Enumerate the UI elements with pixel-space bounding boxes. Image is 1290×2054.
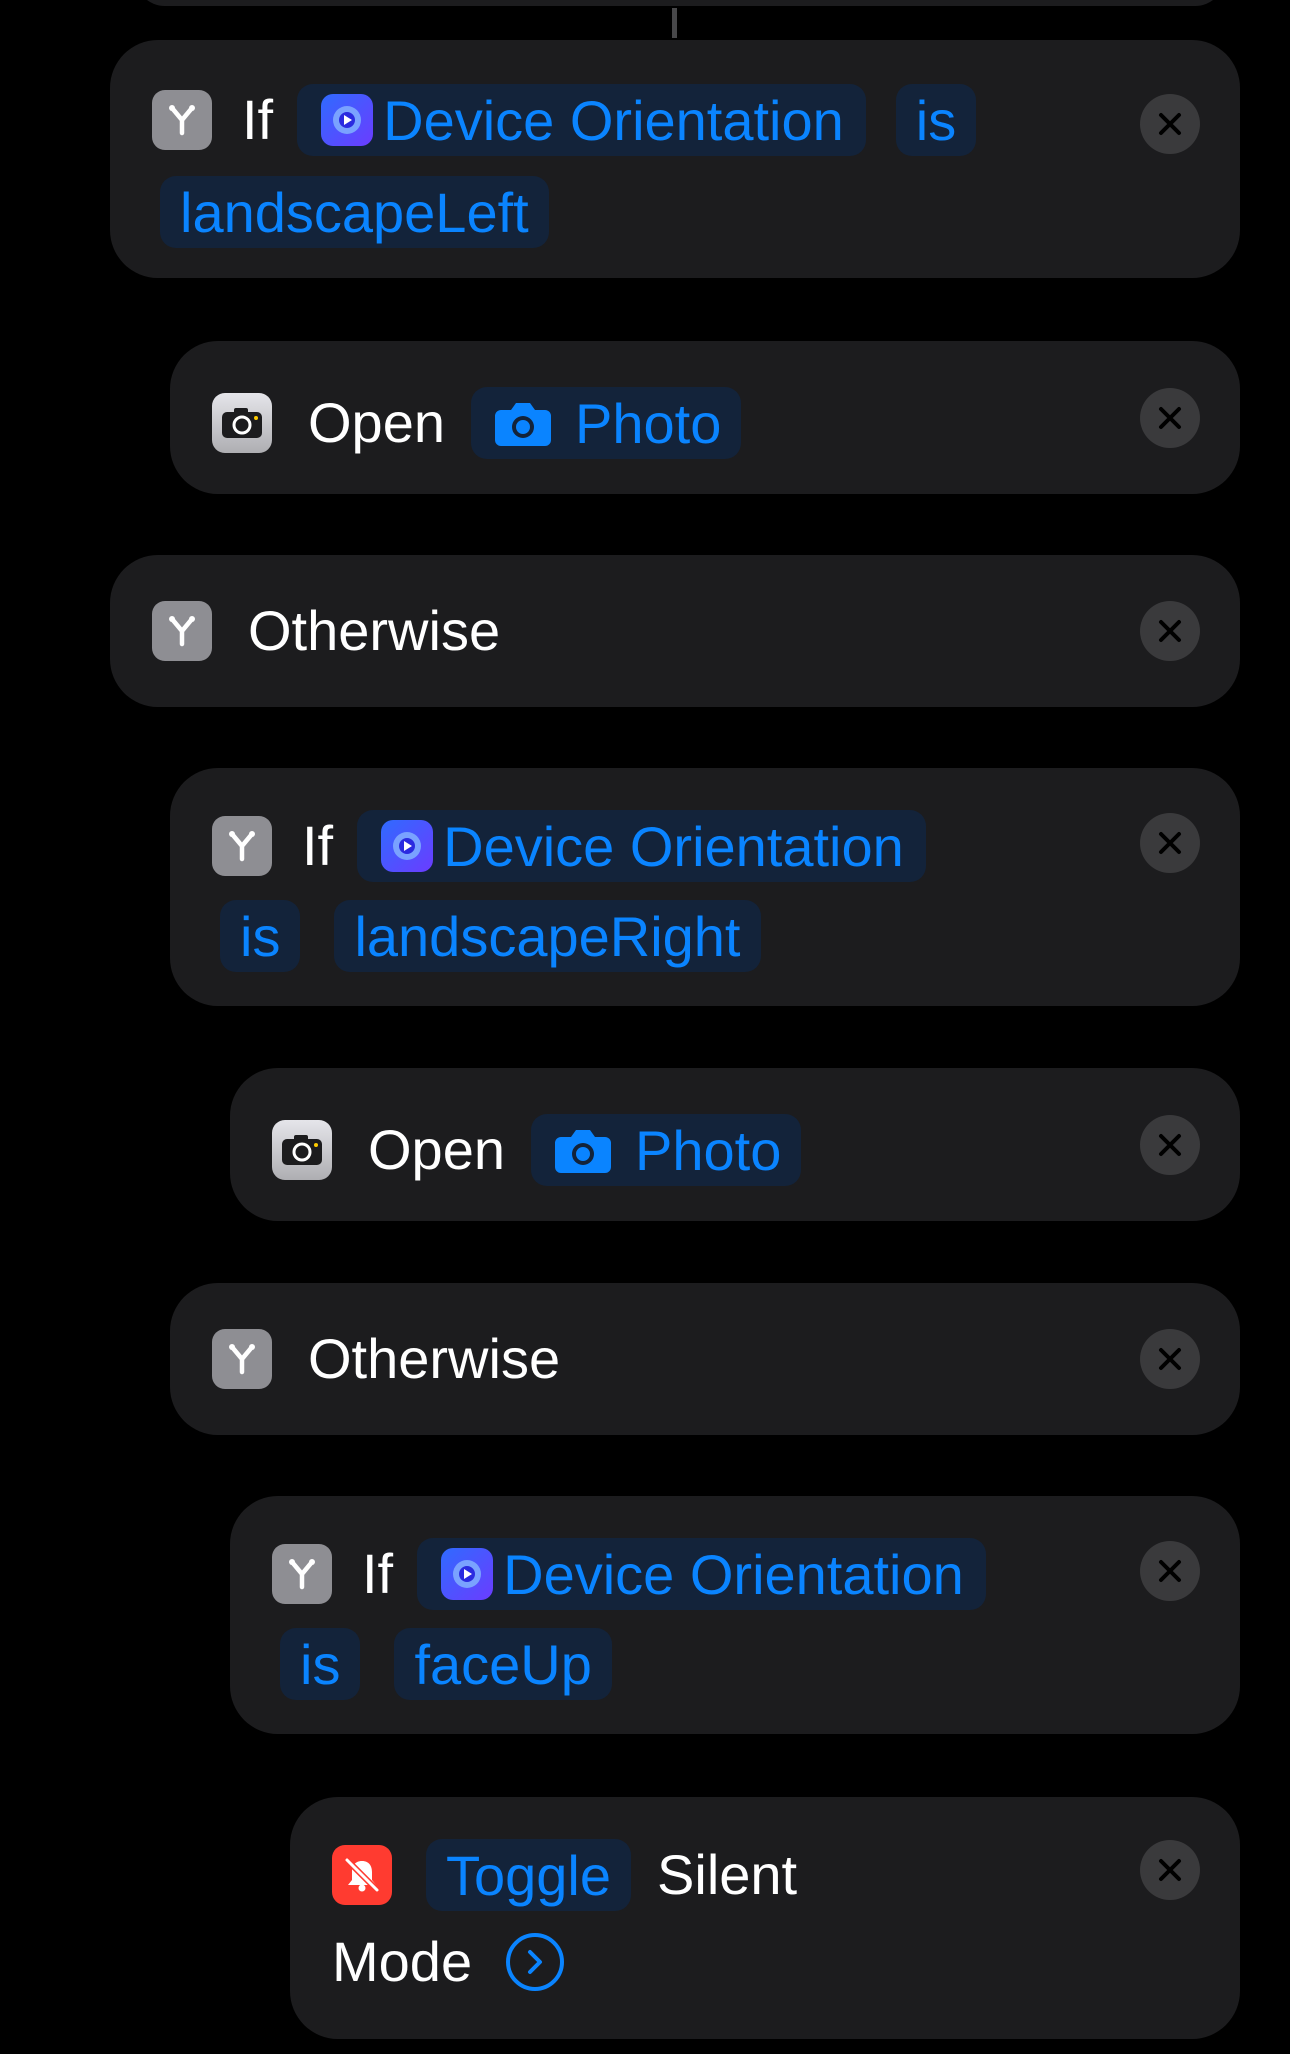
action-if-landscape-left[interactable]: If Device Orientation is landscapeLeft xyxy=(110,40,1240,278)
close-icon[interactable] xyxy=(1140,813,1200,873)
branch-icon xyxy=(152,90,212,150)
device-orientation-icon xyxy=(381,820,434,872)
camera-app-icon xyxy=(212,393,272,453)
operator-pill[interactable]: is xyxy=(220,900,301,972)
close-icon[interactable] xyxy=(1140,388,1200,448)
flow-connector xyxy=(672,8,677,38)
open-verb: Open xyxy=(308,391,445,454)
if-keyword: If xyxy=(302,814,334,877)
otherwise-label: Otherwise xyxy=(308,1327,561,1390)
close-icon[interactable] xyxy=(1140,94,1200,154)
silent-mode-icon xyxy=(332,1845,392,1905)
branch-icon xyxy=(272,1544,332,1604)
photo-pill[interactable]: Photo xyxy=(531,1114,802,1186)
action-open-camera[interactable]: Open Photo xyxy=(170,341,1240,494)
close-icon[interactable] xyxy=(1140,1329,1200,1389)
previous-action-card xyxy=(135,0,1225,6)
action-otherwise[interactable]: Otherwise xyxy=(170,1283,1240,1435)
branch-icon xyxy=(212,1329,272,1389)
device-orientation-icon xyxy=(441,1548,494,1600)
photo-label: Photo xyxy=(575,391,722,455)
variable-pill[interactable]: Device Orientation xyxy=(297,84,866,156)
close-icon[interactable] xyxy=(1140,1840,1200,1900)
value-pill[interactable]: faceUp xyxy=(394,1628,612,1700)
if-keyword: If xyxy=(362,1542,394,1605)
camera-app-icon xyxy=(272,1120,332,1180)
open-verb: Open xyxy=(368,1118,505,1181)
operator-pill[interactable]: is xyxy=(280,1628,361,1700)
camera-icon xyxy=(555,1130,611,1173)
chevron-right-circle-icon[interactable] xyxy=(506,1933,565,1991)
variable-label: Device Orientation xyxy=(503,1542,964,1606)
if-keyword: If xyxy=(242,88,274,151)
action-open-camera[interactable]: Open Photo xyxy=(230,1068,1240,1221)
close-icon[interactable] xyxy=(1140,1541,1200,1601)
branch-icon xyxy=(212,816,272,876)
branch-icon xyxy=(152,601,212,661)
variable-label: Device Orientation xyxy=(383,88,844,152)
action-toggle-silent-mode[interactable]: Toggle Silent Mode xyxy=(290,1797,1240,2039)
value-pill[interactable]: landscapeRight xyxy=(334,900,761,972)
value-pill[interactable]: landscapeLeft xyxy=(160,176,549,248)
variable-label: Device Orientation xyxy=(443,814,904,878)
variable-pill[interactable]: Device Orientation xyxy=(417,1538,986,1610)
close-icon[interactable] xyxy=(1140,1115,1200,1175)
action-if-face-up[interactable]: If Device Orientation is faceUp xyxy=(230,1496,1240,1734)
device-orientation-icon xyxy=(321,94,374,146)
variable-pill[interactable]: Device Orientation xyxy=(357,810,926,882)
mode-label: Mode xyxy=(332,1930,473,1993)
operator-pill[interactable]: is xyxy=(895,84,977,156)
action-otherwise[interactable]: Otherwise xyxy=(110,555,1240,707)
photo-label: Photo xyxy=(635,1118,782,1182)
close-icon[interactable] xyxy=(1140,601,1200,661)
silent-label: Silent xyxy=(657,1843,798,1906)
action-if-landscape-right[interactable]: If Device Orientation is landscapeRight xyxy=(170,768,1240,1006)
photo-pill[interactable]: Photo xyxy=(471,387,742,459)
camera-icon xyxy=(495,403,551,446)
toggle-pill[interactable]: Toggle xyxy=(426,1839,632,1911)
otherwise-label: Otherwise xyxy=(248,599,501,662)
